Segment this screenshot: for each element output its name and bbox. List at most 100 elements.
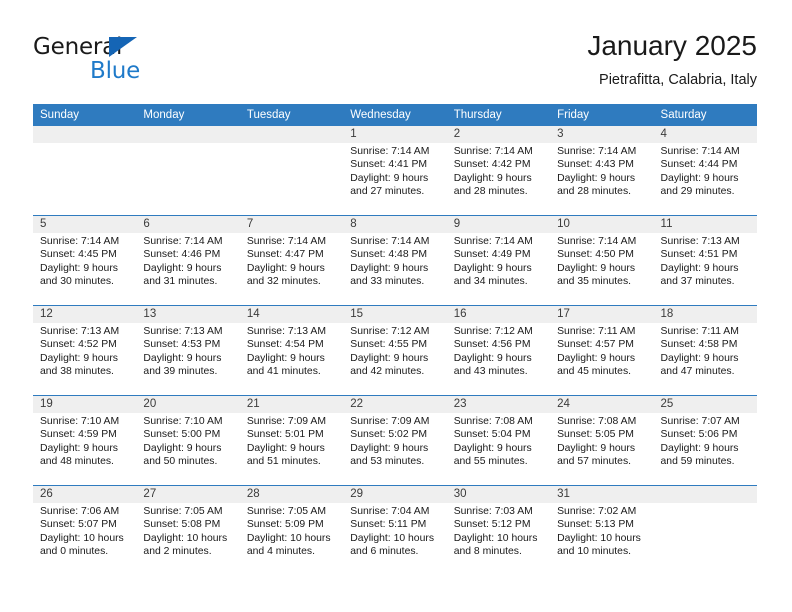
day-daylight-1-text: Daylight: 9 hours xyxy=(40,352,118,364)
day-daylight-2-text: and 29 minutes. xyxy=(660,186,735,198)
day-number xyxy=(143,126,234,143)
day-cell-empty xyxy=(33,126,136,215)
weekday-header-thursday: Thursday xyxy=(453,109,502,121)
day-sunset-text: Sunset: 4:59 PM xyxy=(40,429,117,441)
day-sun-info: Sunrise: 7:11 AM Sunset: 4:57 PM Daylight:… xyxy=(557,325,648,379)
day-sunset-text: Sunset: 4:57 PM xyxy=(557,339,634,351)
day-sunset-text: Sunset: 4:53 PM xyxy=(143,339,221,351)
day-cell-29[interactable]: 29 Sunrise: 7:04 AM Sunset: 5:11 PM Dayligh… xyxy=(343,486,446,575)
day-cell-25[interactable]: 25 Sunrise: 7:07 AM Sunset: 5:06 PM Dayligh… xyxy=(654,396,757,485)
day-sunset-text: Sunset: 4:52 PM xyxy=(40,339,117,351)
day-cell-1[interactable]: 1 Sunrise: 7:14 AM Sunset: 4:41 PM Daylight… xyxy=(343,126,446,215)
day-sunrise-text: Sunrise: 7:09 AM xyxy=(350,416,430,427)
day-cell-11[interactable]: 11 Sunrise: 7:13 AM Sunset: 4:51 PM Dayligh… xyxy=(654,216,757,305)
day-cell-16[interactable]: 16 Sunrise: 7:12 AM Sunset: 4:56 PM Dayligh… xyxy=(447,306,550,395)
day-sun-info: Sunrise: 7:11 AM Sunset: 4:58 PM Daylight:… xyxy=(661,325,752,379)
day-cell-13[interactable]: 13 Sunrise: 7:13 AM Sunset: 4:53 PM Dayligh… xyxy=(136,306,239,395)
weekday-header-monday: Monday xyxy=(143,109,185,121)
day-cell-14[interactable]: 14 Sunrise: 7:13 AM Sunset: 4:54 PM Dayligh… xyxy=(240,306,343,395)
day-sunrise-text: Sunrise: 7:08 AM xyxy=(453,416,533,427)
day-cell-21[interactable]: 21 Sunrise: 7:09 AM Sunset: 5:01 PM Dayligh… xyxy=(240,396,343,485)
day-cell-8[interactable]: 8 Sunrise: 7:14 AM Sunset: 4:48 PM Daylight… xyxy=(343,216,446,305)
day-cell-3[interactable]: 3 Sunrise: 7:14 AM Sunset: 4:43 PM Daylight… xyxy=(550,126,653,215)
day-sun-info: Sunrise: 7:10 AM Sunset: 4:59 PM Daylight:… xyxy=(40,415,131,469)
day-cell-31[interactable]: 31 Sunrise: 7:02 AM Sunset: 5:13 PM Dayligh… xyxy=(550,486,653,575)
day-sun-info: Sunrise: 7:14 AM Sunset: 4:41 PM Daylight:… xyxy=(350,145,441,199)
day-sunset-text: Sunset: 5:11 PM xyxy=(350,519,427,531)
day-sun-info: Sunrise: 7:13 AM Sunset: 4:52 PM Daylight:… xyxy=(40,325,131,379)
day-daylight-2-text: and 34 minutes. xyxy=(453,276,528,288)
day-sunset-text: Sunset: 5:00 PM xyxy=(143,429,221,441)
day-sunset-text: Sunset: 4:54 PM xyxy=(246,339,324,351)
day-daylight-1-text: Daylight: 9 hours xyxy=(557,352,636,364)
day-cell-18[interactable]: 18 Sunrise: 7:11 AM Sunset: 4:58 PM Dayligh… xyxy=(654,306,757,395)
day-cell-10[interactable]: 10 Sunrise: 7:14 AM Sunset: 4:50 PM Dayligh… xyxy=(550,216,653,305)
day-cell-22[interactable]: 22 Sunrise: 7:09 AM Sunset: 5:02 PM Dayligh… xyxy=(343,396,446,485)
day-cell-20[interactable]: 20 Sunrise: 7:10 AM Sunset: 5:00 PM Dayligh… xyxy=(136,396,239,485)
day-daylight-2-text: and 6 minutes. xyxy=(350,546,419,558)
day-daylight-2-text: and 33 minutes. xyxy=(350,276,425,288)
day-sunrise-text: Sunrise: 7:04 AM xyxy=(350,506,430,517)
day-number: 8 xyxy=(350,218,357,230)
day-cell-4[interactable]: 4 Sunrise: 7:14 AM Sunset: 4:44 PM Daylight… xyxy=(654,126,757,215)
day-sunset-text: Sunset: 4:55 PM xyxy=(350,339,428,351)
day-sunrise-text: Sunrise: 7:12 AM xyxy=(350,326,430,337)
day-cell-24[interactable]: 24 Sunrise: 7:08 AM Sunset: 5:05 PM Dayligh… xyxy=(550,396,653,485)
page-header: General Blue January 2025 Pietrafitta, C… xyxy=(33,28,757,98)
day-cell-15[interactable]: 15 Sunrise: 7:12 AM Sunset: 4:55 PM Dayligh… xyxy=(343,306,446,395)
day-number: 11 xyxy=(660,218,673,230)
day-cell-2[interactable]: 2 Sunrise: 7:14 AM Sunset: 4:42 PM Daylight… xyxy=(447,126,550,215)
day-number: 19 xyxy=(40,398,53,410)
day-sunset-text: Sunset: 5:08 PM xyxy=(143,519,221,531)
day-cell-30[interactable]: 30 Sunrise: 7:03 AM Sunset: 5:12 PM Dayligh… xyxy=(447,486,550,575)
day-cell-6[interactable]: 6 Sunrise: 7:14 AM Sunset: 4:46 PM Daylight… xyxy=(136,216,239,305)
day-sun-info: Sunrise: 7:14 AM Sunset: 4:45 PM Daylight:… xyxy=(40,235,131,289)
day-daylight-2-text: and 4 minutes. xyxy=(246,546,316,558)
day-sunset-text: Sunset: 4:46 PM xyxy=(143,249,221,261)
day-sun-info: Sunrise: 7:05 AM Sunset: 5:09 PM Daylight:… xyxy=(247,505,338,559)
day-sun-info: Sunrise: 7:04 AM Sunset: 5:11 PM Daylight:… xyxy=(350,505,441,559)
day-cell-5[interactable]: 5 Sunrise: 7:14 AM Sunset: 4:45 PM Daylight… xyxy=(33,216,136,305)
day-cell-28[interactable]: 28 Sunrise: 7:05 AM Sunset: 5:09 PM Dayligh… xyxy=(240,486,343,575)
day-number: 21 xyxy=(246,398,260,410)
day-sunrise-text: Sunrise: 7:05 AM xyxy=(246,506,326,517)
day-sunrise-text: Sunrise: 7:06 AM xyxy=(40,506,120,517)
day-sunset-text: Sunset: 5:13 PM xyxy=(557,519,634,531)
day-cell-23[interactable]: 23 Sunrise: 7:08 AM Sunset: 5:04 PM Dayligh… xyxy=(447,396,550,485)
day-sunrise-text: Sunrise: 7:14 AM xyxy=(557,146,637,157)
calendar-week-row: 26 Sunrise: 7:06 AM Sunset: 5:07 PM Dayligh… xyxy=(33,485,757,575)
day-sunset-text: Sunset: 5:04 PM xyxy=(453,429,531,441)
day-sunset-text: Sunset: 5:05 PM xyxy=(557,429,634,441)
day-number: 29 xyxy=(350,488,364,500)
day-number: 3 xyxy=(557,128,564,140)
day-cell-empty xyxy=(136,126,239,215)
day-sunrise-text: Sunrise: 7:07 AM xyxy=(660,416,740,427)
day-sunset-text: Sunset: 5:07 PM xyxy=(40,519,117,531)
day-sun-info: Sunrise: 7:06 AM Sunset: 5:07 PM Daylight:… xyxy=(40,505,131,559)
day-daylight-1-text: Daylight: 9 hours xyxy=(660,172,739,184)
day-sun-info: Sunrise: 7:13 AM Sunset: 4:51 PM Daylight:… xyxy=(661,235,752,289)
day-daylight-2-text: and 35 minutes. xyxy=(557,276,632,288)
calendar-grid: Sunday Monday Tuesday Wednesday Thursday Frid… xyxy=(33,104,757,575)
logo-triangle-icon xyxy=(109,37,137,57)
day-sunrise-text: Sunrise: 7:14 AM xyxy=(143,236,223,247)
day-cell-19[interactable]: 19 Sunrise: 7:10 AM Sunset: 4:59 PM Dayligh… xyxy=(33,396,136,485)
day-daylight-2-text: and 57 minutes. xyxy=(557,456,632,468)
day-cell-12[interactable]: 12 Sunrise: 7:13 AM Sunset: 4:52 PM Dayligh… xyxy=(33,306,136,395)
day-sunset-text: Sunset: 5:12 PM xyxy=(453,519,531,531)
day-sun-info: Sunrise: 7:08 AM Sunset: 5:05 PM Daylight:… xyxy=(557,415,648,469)
day-cell-9[interactable]: 9 Sunrise: 7:14 AM Sunset: 4:49 PM Daylight… xyxy=(447,216,550,305)
day-daylight-1-text: Daylight: 9 hours xyxy=(350,172,429,184)
day-cell-26[interactable]: 26 Sunrise: 7:06 AM Sunset: 5:07 PM Dayligh… xyxy=(33,486,136,575)
day-sun-info: Sunrise: 7:02 AM Sunset: 5:13 PM Daylight:… xyxy=(557,505,648,559)
day-sunset-text: Sunset: 5:06 PM xyxy=(660,429,738,441)
day-sunrise-text: Sunrise: 7:14 AM xyxy=(350,236,430,247)
day-number: 15 xyxy=(350,308,364,320)
day-cell-7[interactable]: 7 Sunrise: 7:14 AM Sunset: 4:47 PM Daylight… xyxy=(240,216,343,305)
day-sun-info: Sunrise: 7:10 AM Sunset: 5:00 PM Daylight:… xyxy=(143,415,234,469)
weekday-header-wednesday: Wednesday xyxy=(350,109,411,121)
calendar-week-row: 1 Sunrise: 7:14 AM Sunset: 4:41 PM Daylight… xyxy=(33,126,757,215)
day-cell-27[interactable]: 27 Sunrise: 7:05 AM Sunset: 5:08 PM Dayligh… xyxy=(136,486,239,575)
day-number: 7 xyxy=(246,218,254,230)
day-cell-17[interactable]: 17 Sunrise: 7:11 AM Sunset: 4:57 PM Dayligh… xyxy=(550,306,653,395)
